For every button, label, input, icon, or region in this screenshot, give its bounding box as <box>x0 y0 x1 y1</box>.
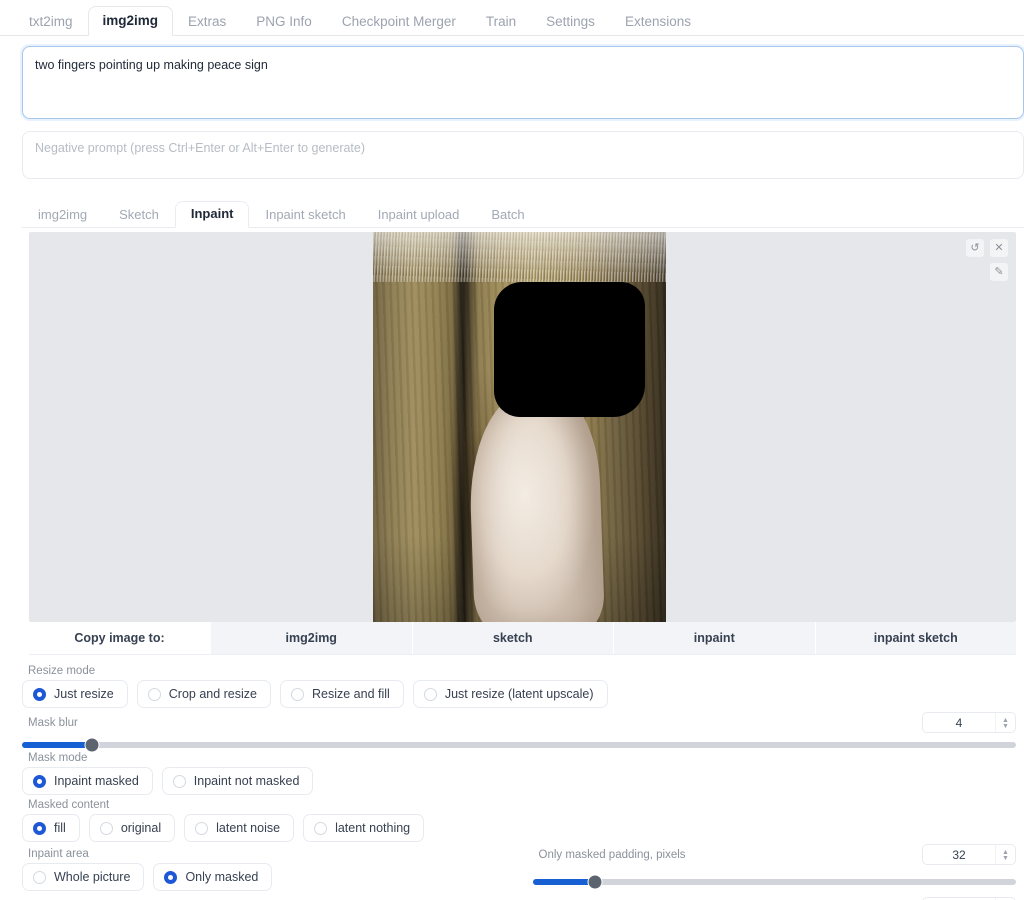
radio-inpaint-not-masked[interactable]: Inpaint not masked <box>161 767 314 795</box>
radio-dot-icon <box>195 821 209 835</box>
tab-extras[interactable]: Extras <box>173 7 241 37</box>
source-image[interactable] <box>373 232 666 622</box>
radio-label: Whole picture <box>54 870 131 884</box>
only-masked-padding-slider-fill <box>532 879 596 885</box>
radio-label: Inpaint masked <box>54 774 139 788</box>
radio-label: Just resize (latent upscale) <box>444 687 594 701</box>
mask-mode-label: Mask mode <box>28 752 88 764</box>
mask-blur-number-input[interactable]: 4 ▲ ▼ <box>922 712 1016 733</box>
radio-resize-and-fill[interactable]: Resize and fill <box>280 680 404 708</box>
radio-label: Just resize <box>54 687 114 701</box>
copy-to-inpaint-sketch-button[interactable]: inpaint sketch <box>814 622 1016 654</box>
radio-original[interactable]: original <box>88 814 176 842</box>
radio-dot-icon <box>291 687 304 701</box>
only-masked-padding-value: 32 <box>952 847 966 862</box>
radio-label: original <box>120 821 162 835</box>
copy-to-sketch-button[interactable]: sketch <box>411 622 613 654</box>
radio-dot-selected-icon <box>164 870 178 884</box>
wood-highlight <box>373 232 666 282</box>
tab-settings[interactable]: Settings <box>531 7 610 37</box>
resize-mode-group: Just resize Crop and resize Resize and f… <box>22 680 1016 708</box>
mask-blur-slider-fill <box>22 742 92 748</box>
radio-dot-selected-icon <box>33 821 46 835</box>
copy-to-img2img-button[interactable]: img2img <box>210 622 412 654</box>
radio-fill[interactable]: fill <box>22 814 80 842</box>
radio-label: Resize and fill <box>312 687 390 701</box>
mask-blur-slider-handle[interactable] <box>84 737 100 753</box>
radio-only-masked[interactable]: Only masked <box>153 863 273 891</box>
hand-subject <box>466 388 606 622</box>
mask-blur-control: Mask blur 4 ▲ ▼ <box>22 712 1016 753</box>
close-icon[interactable]: ✕ <box>990 239 1008 257</box>
undo-icon[interactable]: ↺ <box>966 239 984 257</box>
radio-dot-selected-icon <box>33 687 46 701</box>
copy-image-to-bar: Copy image to: img2img sketch inpaint in… <box>29 622 1016 655</box>
brush-icon[interactable]: ✎ <box>990 263 1008 281</box>
masked-content-label: Masked content <box>28 799 110 811</box>
radio-label: Only masked <box>185 870 259 884</box>
radio-just-resize[interactable]: Just resize <box>22 680 128 708</box>
copy-image-to-label: Copy image to: <box>29 622 210 654</box>
radio-just-resize-latent-upscale[interactable]: Just resize (latent upscale) <box>412 680 608 708</box>
mask-blur-label: Mask blur <box>28 716 78 729</box>
tab-png-info[interactable]: PNG Info <box>241 7 327 37</box>
canvas-toolbar: ↺ ✕ ✎ <box>966 239 1008 281</box>
radio-latent-nothing[interactable]: latent nothing <box>303 814 425 842</box>
radio-dot-icon <box>172 774 186 788</box>
inpaint-settings: Resize mode Just resize Crop and resize … <box>0 655 1024 900</box>
mask-blur-slider[interactable] <box>22 737 1016 753</box>
tab-img2img[interactable]: img2img <box>87 5 174 36</box>
tab-inpaint-upload[interactable]: Inpaint upload <box>362 202 476 228</box>
only-masked-padding-slider-handle[interactable] <box>587 874 603 890</box>
radio-crop-and-resize[interactable]: Crop and resize <box>136 680 271 708</box>
inpaint-mask[interactable] <box>496 284 643 415</box>
only-masked-padding-slider[interactable] <box>532 874 1016 890</box>
only-masked-padding-stepper[interactable]: ▲ ▼ <box>995 845 1015 864</box>
only-masked-padding-control: Only masked padding, pixels 32 ▲ ▼ <box>532 844 1016 890</box>
radio-label: Crop and resize <box>168 687 257 701</box>
copy-to-inpaint-button[interactable]: inpaint <box>613 622 815 654</box>
masked-content-group: fill original latent noise latent nothin… <box>22 814 1016 842</box>
radio-whole-picture[interactable]: Whole picture <box>22 863 145 891</box>
inpaint-area-label: Inpaint area <box>28 848 89 860</box>
main-tab-bar: txt2img img2img Extras PNG Info Checkpoi… <box>0 0 1024 36</box>
tab-checkpoint-merger[interactable]: Checkpoint Merger <box>327 7 471 37</box>
radio-inpaint-masked[interactable]: Inpaint masked <box>22 767 153 795</box>
radio-dot-icon <box>147 687 161 701</box>
radio-label: Inpaint not masked <box>193 774 300 788</box>
inpaint-area-group: Whole picture Only masked <box>22 863 507 891</box>
prompt-input[interactable] <box>22 46 1024 119</box>
tab-img2img-mode[interactable]: img2img <box>22 202 103 228</box>
tab-txt2img[interactable]: txt2img <box>14 7 88 37</box>
radio-dot-icon <box>314 821 328 835</box>
radio-latent-noise[interactable]: latent noise <box>184 814 295 842</box>
resize-mode-label: Resize mode <box>28 665 96 677</box>
prompt-section <box>0 36 1024 182</box>
radio-label: fill <box>54 821 66 835</box>
radio-dot-icon <box>33 870 46 884</box>
img2img-mode-tabs: img2img Sketch Inpaint Inpaint sketch In… <box>22 198 1024 228</box>
tab-inpaint[interactable]: Inpaint <box>174 201 250 228</box>
tab-inpaint-sketch[interactable]: Inpaint sketch <box>249 202 361 228</box>
radio-label: latent nothing <box>335 821 411 835</box>
mask-blur-value: 4 <box>955 715 963 730</box>
radio-dot-icon <box>423 687 437 701</box>
only-masked-padding-number-input[interactable]: 32 ▲ ▼ <box>922 844 1016 865</box>
radio-dot-selected-icon <box>33 774 46 788</box>
inpaint-canvas[interactable]: ↺ ✕ ✎ <box>29 232 1016 622</box>
tab-extensions[interactable]: Extensions <box>610 7 706 37</box>
negative-prompt-input[interactable] <box>22 131 1024 179</box>
tab-train[interactable]: Train <box>471 7 531 37</box>
only-masked-padding-label: Only masked padding, pixels <box>538 848 686 861</box>
tab-batch[interactable]: Batch <box>475 202 540 228</box>
tab-sketch[interactable]: Sketch <box>103 202 175 228</box>
radio-dot-icon <box>99 821 113 835</box>
radio-label: latent noise <box>216 821 281 835</box>
mask-blur-stepper[interactable]: ▲ ▼ <box>995 713 1015 732</box>
mask-mode-group: Inpaint masked Inpaint not masked <box>22 767 1016 795</box>
